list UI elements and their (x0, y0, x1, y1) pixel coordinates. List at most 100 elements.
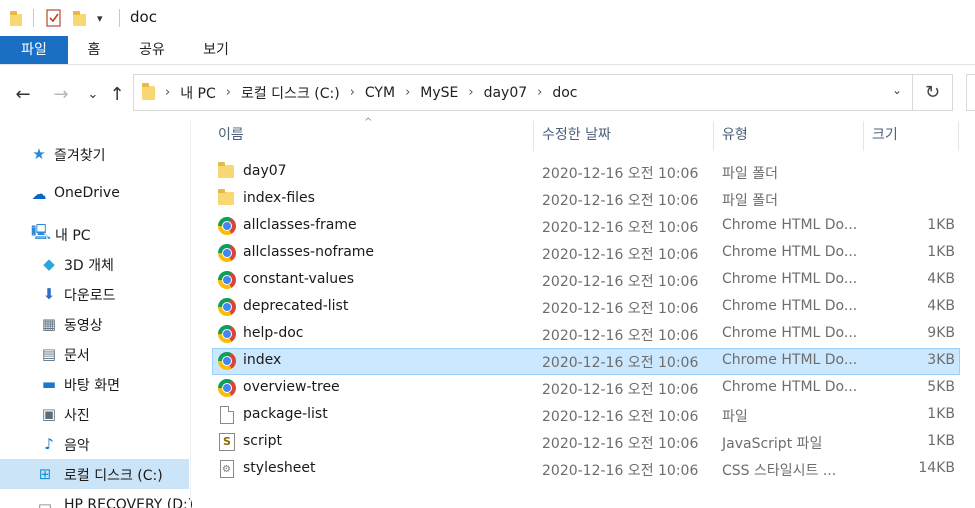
file-row[interactable]: constant-values 2020-12-16 오전 10:06 Chrome… (212, 267, 960, 294)
column-header-type[interactable]: 유형 (722, 121, 748, 149)
file-size: 4KB (927, 271, 955, 287)
breadcrumb-day07[interactable]: day07 (484, 85, 528, 101)
file-type: 파일 폴더 (722, 166, 778, 182)
chrome-icon (218, 217, 236, 235)
chrome-icon (218, 325, 236, 343)
sidebar-item[interactable]: ▣ 사진 (0, 399, 189, 429)
file-row[interactable]: help-doc 2020-12-16 오전 10:06 Chrome HTML D… (212, 321, 960, 348)
file-type: Chrome HTML Do... (722, 352, 858, 368)
dropdown-arrow-icon[interactable]: ▾ (97, 9, 103, 27)
sidebar-item[interactable]: ★ 즐겨찾기 (0, 139, 189, 169)
file-row[interactable]: stylesheet 2020-12-16 오전 10:06 CSS 스타일시트 .… (212, 456, 960, 483)
breadcrumb-cym[interactable]: CYM (365, 85, 395, 101)
file-type: JavaScript 파일 (722, 436, 823, 452)
breadcrumb-doc[interactable]: doc (552, 85, 577, 101)
css-file-icon (218, 460, 236, 478)
checklist-icon[interactable] (46, 9, 62, 27)
sidebar-item[interactable]: ☁ OneDrive (0, 179, 189, 209)
column-divider[interactable] (713, 121, 714, 151)
breadcrumb-myse[interactable]: MySE (420, 85, 458, 101)
file-row[interactable]: index-files 2020-12-16 오전 10:06 파일 폴더 (212, 186, 960, 213)
sidebar-item[interactable]: ▦ 동영상 (0, 309, 189, 339)
column-divider[interactable] (958, 121, 959, 151)
pane-divider[interactable] (190, 121, 191, 508)
address-bar[interactable]: › 내 PC › 로컬 디스크 (C:) › CYM › MySE › day0… (133, 74, 913, 111)
sidebar-item-label: 3D 개체 (64, 258, 114, 274)
sidebar-item[interactable]: ▤ 문서 (0, 339, 189, 369)
file-type: Chrome HTML Do... (722, 244, 858, 260)
file-name: constant-values (243, 271, 355, 287)
sidebar-item-label: 동영상 (64, 318, 103, 334)
file-name: allclasses-frame (243, 217, 357, 233)
file-size: 14KB (918, 460, 955, 476)
file-row[interactable]: deprecated-list 2020-12-16 오전 10:06 Chrome… (212, 294, 960, 321)
sidebar-item-label: 다운로드 (64, 288, 116, 304)
forward-arrow-icon[interactable]: → (50, 83, 72, 105)
file-row[interactable]: allclasses-frame 2020-12-16 오전 10:06 Chrom… (212, 213, 960, 240)
file-name: day07 (243, 163, 287, 179)
file-row[interactable]: day07 2020-12-16 오전 10:06 파일 폴더 (212, 159, 960, 186)
sidebar-item[interactable]: ▬ 바탕 화면 (0, 369, 189, 399)
separator-chevron: › (349, 85, 355, 100)
sidebar-item-label: OneDrive (54, 185, 120, 201)
file-date: 2020-12-16 오전 10:06 (542, 166, 699, 182)
cloud-icon: ☁ (31, 185, 47, 203)
breadcrumb-local-disk[interactable]: 로컬 디스크 (C:) (241, 83, 340, 103)
file-type: Chrome HTML Do... (722, 271, 858, 287)
chrome-icon (218, 352, 236, 370)
blank-file-icon (218, 406, 236, 424)
file-date: 2020-12-16 오전 10:06 (542, 301, 699, 317)
file-date: 2020-12-16 오전 10:06 (542, 382, 699, 398)
new-folder-icon[interactable] (73, 9, 86, 27)
file-type: Chrome HTML Do... (722, 217, 858, 233)
column-header-size[interactable]: 크기 (872, 121, 898, 149)
sidebar-item-label: 즐겨찾기 (54, 148, 106, 164)
separator-chevron: › (165, 85, 171, 100)
file-row[interactable]: Sscript 2020-12-16 오전 10:06 JavaScript 파일 1… (212, 429, 960, 456)
chrome-icon (218, 244, 236, 262)
sidebar-item[interactable]: ♪ 음악 (0, 429, 189, 459)
search-box[interactable] (966, 74, 975, 111)
title-bar: ▾ doc (0, 0, 975, 36)
file-type: CSS 스타일시트 ... (722, 463, 837, 479)
column-header-name[interactable]: 이름 (218, 121, 244, 149)
document-icon: ▤ (41, 345, 57, 363)
file-row[interactable]: package-list 2020-12-16 오전 10:06 파일 1KB (212, 402, 960, 429)
file-date: 2020-12-16 오전 10:06 (542, 220, 699, 236)
file-type: Chrome HTML Do... (722, 298, 858, 314)
back-arrow-icon[interactable]: ← (12, 83, 34, 105)
chevron-down-icon[interactable]: ⌄ (892, 83, 902, 97)
download-arrow-icon: ⬇ (42, 285, 56, 303)
file-date: 2020-12-16 오전 10:06 (542, 247, 699, 263)
tab-share[interactable]: 공유 (132, 36, 172, 64)
column-divider[interactable] (863, 121, 864, 151)
file-date: 2020-12-16 오전 10:06 (542, 409, 699, 425)
sidebar-item[interactable]: ⊞ 로컬 디스크 (C:) (0, 459, 189, 489)
sidebar-item-label: 사진 (64, 408, 90, 424)
tab-view[interactable]: 보기 (196, 36, 236, 64)
sidebar-item-label: HP RECOVERY (D:) (64, 497, 194, 508)
sidebar-item[interactable]: ⬇ 다운로드 (0, 279, 189, 309)
column-header-date[interactable]: 수정한 날짜 (542, 121, 611, 149)
sidebar-item[interactable]: ▭ HP RECOVERY (D:) (0, 491, 193, 508)
file-row[interactable]: allclasses-noframe 2020-12-16 오전 10:06 Chr… (212, 240, 960, 267)
sidebar-item-label: 음악 (64, 438, 90, 454)
file-type: Chrome HTML Do... (722, 379, 858, 395)
column-divider[interactable] (533, 121, 534, 151)
file-type: 파일 (722, 409, 748, 425)
folder-icon (218, 189, 236, 208)
file-row[interactable]: overview-tree 2020-12-16 오전 10:06 Chrome H… (212, 375, 960, 402)
file-row[interactable]: index 2020-12-16 오전 10:06 Chrome HTML Do..… (212, 348, 960, 375)
refresh-icon[interactable]: ↻ (913, 74, 953, 111)
recent-locations-icon[interactable]: ⌄ (82, 83, 104, 105)
sidebar-item[interactable]: ◆ 3D 개체 (0, 249, 189, 279)
file-type: Chrome HTML Do... (722, 325, 858, 341)
divider (33, 9, 34, 27)
breadcrumb-this-pc[interactable]: 내 PC (180, 83, 216, 103)
computer-icon: 🖳 (31, 222, 52, 241)
up-arrow-icon[interactable]: ↑ (106, 83, 128, 105)
file-size: 5KB (927, 379, 955, 395)
sidebar-item[interactable]: 🖳 내 PC (0, 219, 189, 249)
tab-file[interactable]: 파일 (0, 36, 68, 64)
tab-home[interactable]: 홈 (80, 36, 108, 64)
